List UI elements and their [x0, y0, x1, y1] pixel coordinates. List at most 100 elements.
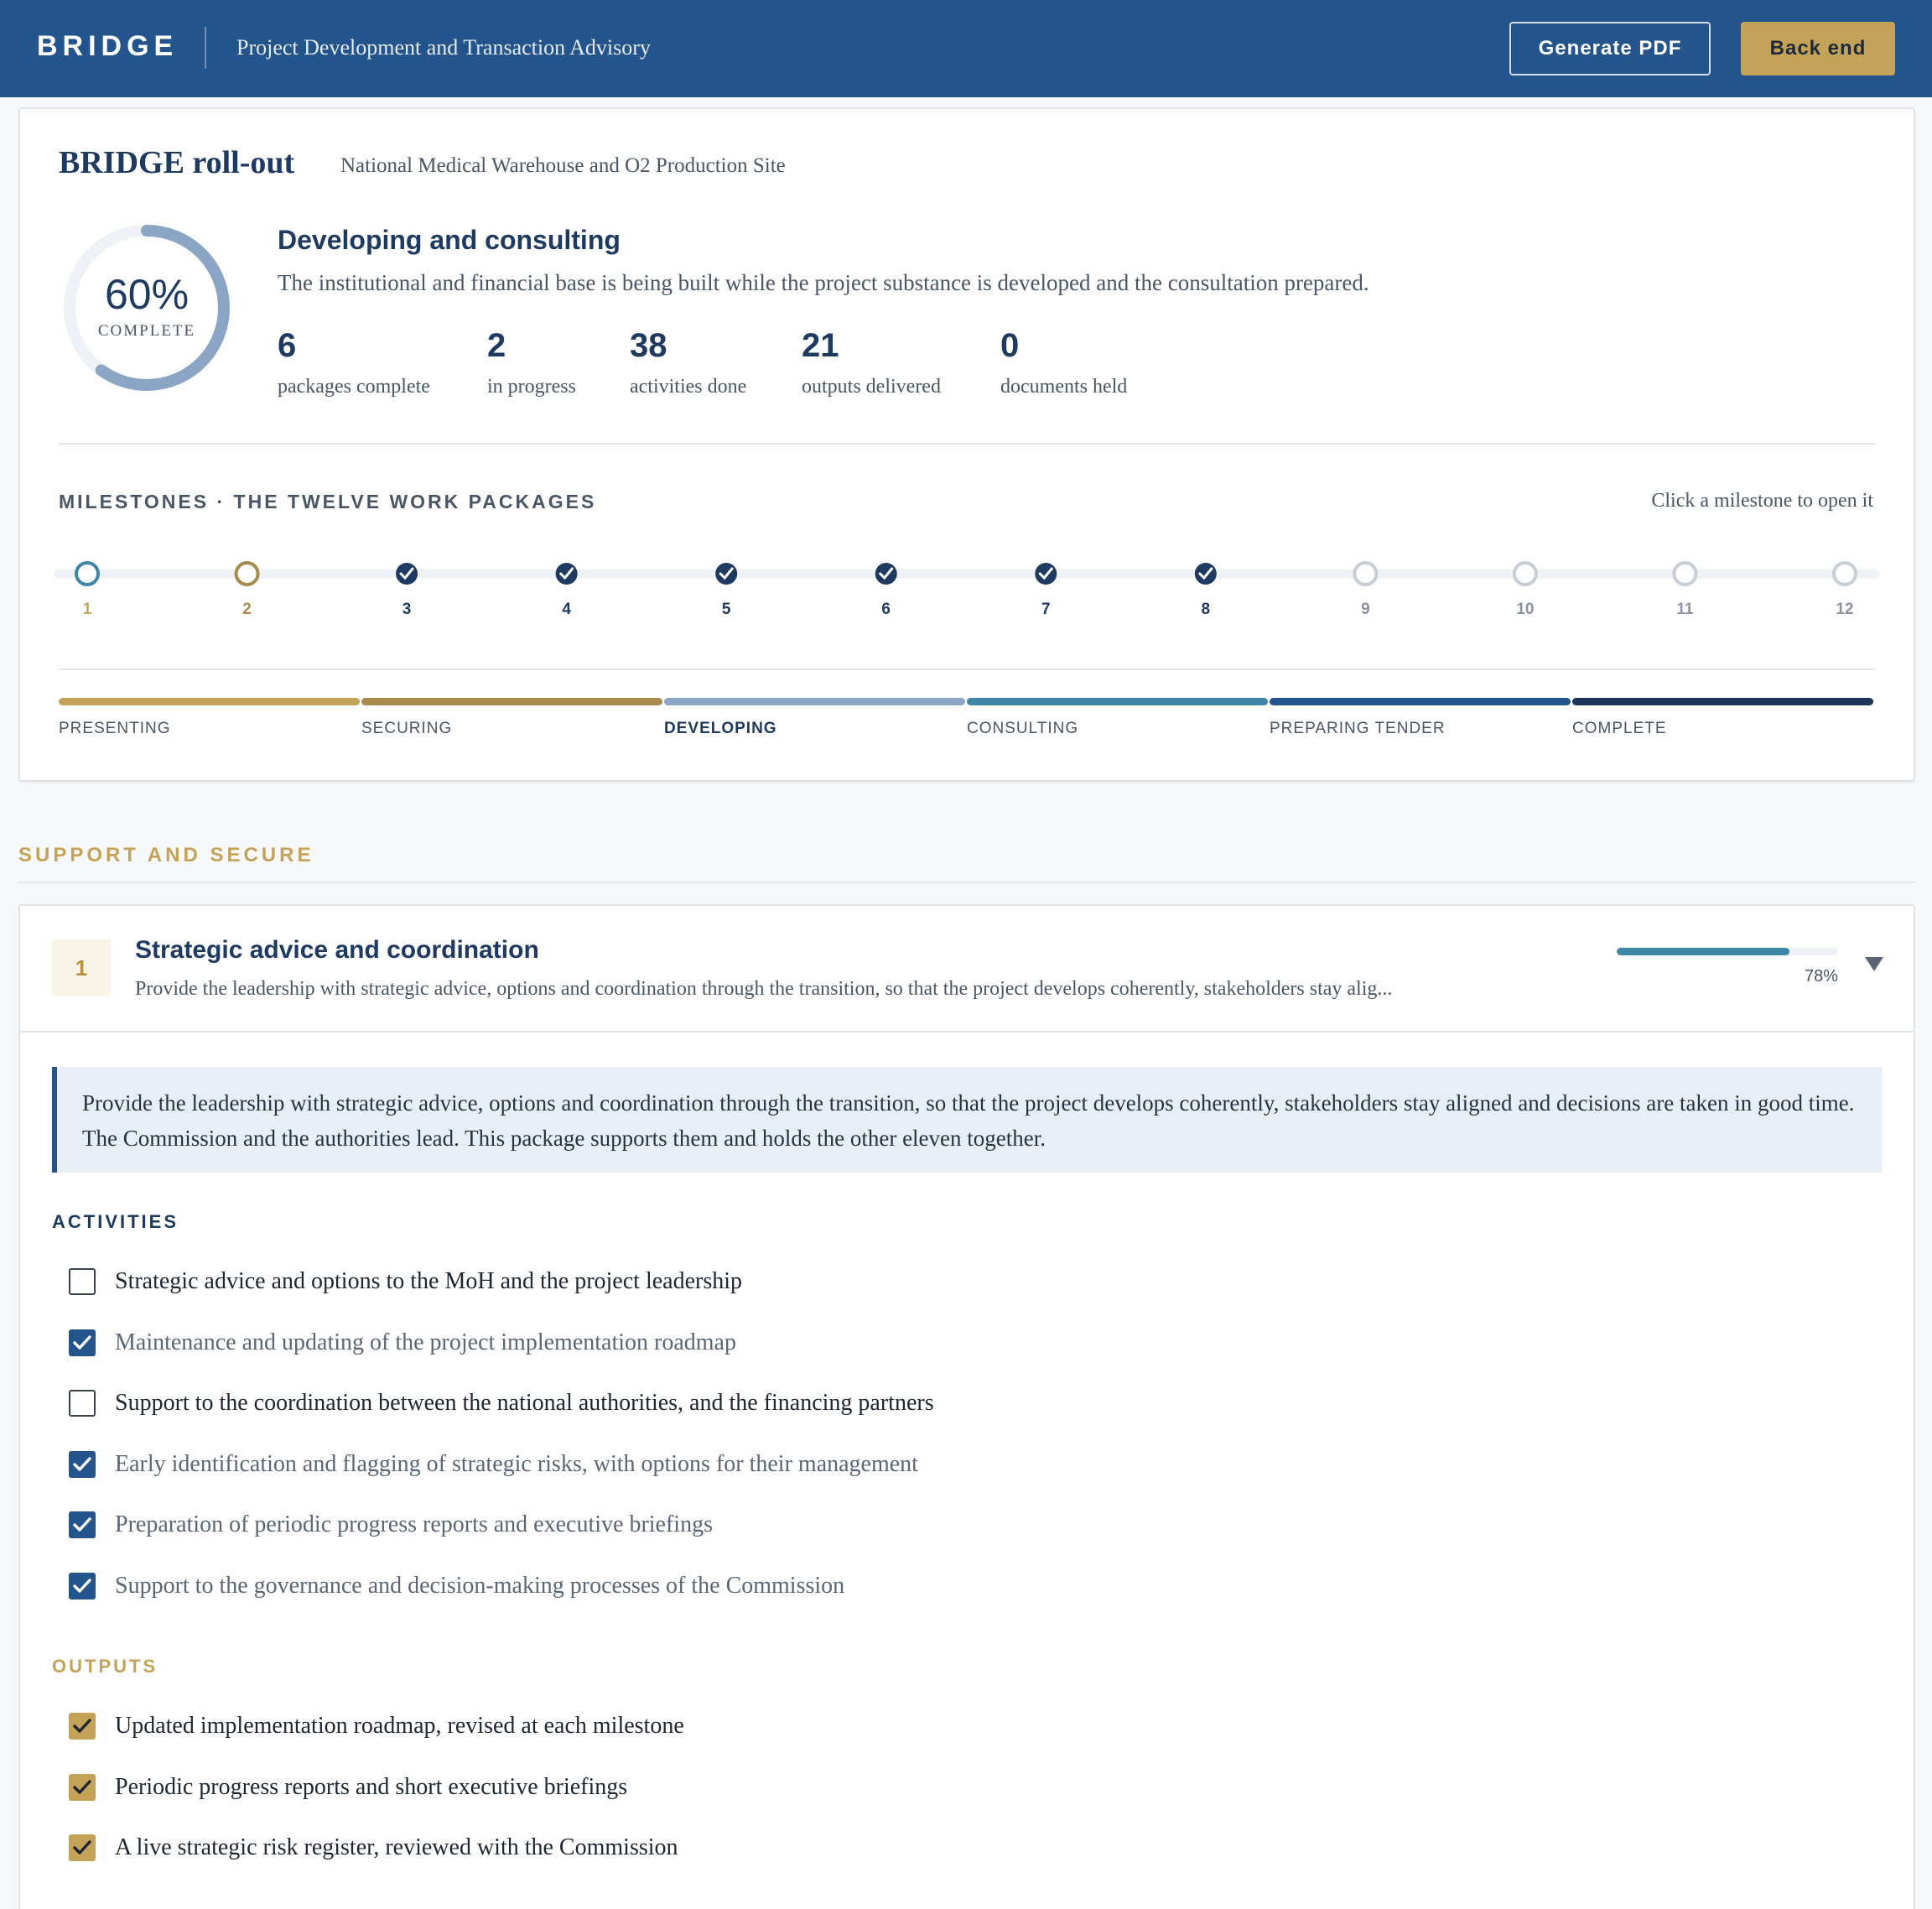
package-title[interactable]: Strategic advice and coordination [135, 936, 539, 965]
stat-documents-held: 0 documents held [1000, 327, 1127, 398]
stat-packages-complete: 6 packages complete [278, 327, 430, 398]
checkbox-checked[interactable] [69, 1511, 96, 1538]
package-progress-fill [1617, 948, 1789, 955]
milestone-3[interactable] [396, 563, 418, 585]
milestone-9[interactable] [1353, 561, 1379, 586]
activity-label: Strategic advice and options to the MoH … [115, 1268, 743, 1294]
generate-pdf-button[interactable]: Generate PDF [1509, 22, 1711, 75]
milestones-hint: Click a milestone to open it [1651, 490, 1873, 512]
checkbox-checked[interactable] [69, 1450, 96, 1478]
milestone-6[interactable] [875, 563, 897, 585]
milestone-dot [1832, 561, 1857, 586]
brand-logo[interactable]: BRIDGE [37, 30, 178, 63]
milestone-number[interactable]: 7 [1021, 601, 1071, 619]
stat-in-progress: 2 in progress [487, 327, 576, 398]
check-icon [73, 1779, 91, 1794]
milestone-number[interactable]: 5 [701, 601, 751, 619]
milestone-number[interactable]: 2 [222, 601, 273, 619]
checkbox-checked[interactable] [69, 1329, 96, 1356]
milestone-dot [1035, 563, 1057, 585]
milestones-heading: MILESTONES · THE TWELVE WORK PACKAGES [59, 491, 597, 512]
milestone-dot [1512, 561, 1538, 586]
summary-divider [59, 443, 1875, 445]
output-label: A live strategic risk register, reviewed… [115, 1834, 678, 1860]
progress-label: COMPLETE [97, 322, 196, 340]
back-end-button[interactable]: Back end [1741, 22, 1895, 75]
milestone-dot [555, 563, 578, 585]
milestone-1[interactable] [75, 561, 100, 586]
section-divider [18, 882, 1915, 883]
top-bar: BRIDGE Project Development and Transacti… [0, 0, 1932, 97]
checkbox-checked[interactable] [69, 1773, 96, 1801]
activity-label: Maintenance and updating of the project … [115, 1329, 736, 1355]
milestones-divider [59, 668, 1875, 670]
milestone-number[interactable]: 9 [1340, 601, 1390, 619]
milestone-7[interactable] [1035, 563, 1057, 585]
phase-bar [59, 698, 360, 705]
milestone-dot [234, 561, 260, 586]
milestone-number[interactable]: 3 [382, 601, 432, 619]
checkbox-checked[interactable] [69, 1572, 96, 1600]
check-icon [73, 1517, 91, 1532]
milestone-number[interactable]: 11 [1659, 601, 1710, 619]
milestone-dot [396, 563, 418, 585]
milestone-track [54, 561, 1880, 586]
phase-label: COMPLETE [1572, 720, 1667, 737]
stat-activities-done: 38 activities done [630, 327, 746, 398]
stat-value: 21 [802, 327, 839, 364]
phase-bar [664, 698, 965, 705]
milestone-11[interactable] [1672, 561, 1698, 586]
milestone-dot [715, 563, 738, 585]
package-number-badge: 1 [52, 939, 111, 996]
phase-label: PREPARING TENDER [1270, 720, 1446, 737]
milestone-5[interactable] [715, 563, 738, 585]
checkbox-checked[interactable] [69, 1713, 96, 1740]
activity-label: Early identification and flagging of str… [115, 1450, 918, 1477]
milestone-2[interactable] [234, 561, 260, 586]
package-progress-percent: 78% [1804, 967, 1838, 986]
brand-divider [205, 27, 206, 69]
check-icon [73, 1719, 91, 1733]
stat-outputs-delivered: 21 outputs delivered [802, 327, 941, 398]
checkbox-unchecked[interactable] [69, 1390, 96, 1417]
phase-title: Developing and consulting [278, 225, 621, 255]
activity-label: Preparation of periodic progress reports… [115, 1511, 713, 1537]
stat-label: packages complete [278, 376, 430, 398]
section-heading: SUPPORT AND SECURE [18, 844, 314, 866]
milestone-number[interactable]: 6 [861, 601, 911, 619]
phase-bar [967, 698, 1268, 705]
check-icon [73, 1840, 91, 1854]
check-icon [73, 1334, 91, 1350]
checkbox-unchecked[interactable] [69, 1268, 96, 1295]
checkbox-checked[interactable] [69, 1834, 96, 1861]
brand-subtitle: Project Development and Transaction Advi… [236, 35, 651, 60]
summary-card [18, 107, 1915, 782]
milestone-12[interactable] [1832, 561, 1857, 586]
activities-heading: ACTIVITIES [52, 1211, 179, 1232]
activity-label: Support to the governance and decision-m… [115, 1572, 845, 1599]
milestone-dot [875, 563, 897, 585]
milestone-number[interactable]: 1 [62, 601, 112, 619]
stat-label: documents held [1000, 376, 1128, 398]
project-title: BRIDGE roll-out [59, 145, 295, 180]
phase-bar [1270, 698, 1571, 705]
milestone-10[interactable] [1512, 561, 1538, 586]
stat-label: activities done [630, 376, 747, 398]
milestone-number[interactable]: 8 [1181, 601, 1231, 619]
stat-value: 6 [278, 327, 297, 364]
milestone-dot [1353, 561, 1379, 586]
phase-label: SECURING [361, 720, 453, 737]
output-label: Updated implementation roadmap, revised … [115, 1713, 684, 1739]
milestone-number[interactable]: 12 [1820, 601, 1870, 619]
phase-description: The institutional and financial base is … [278, 270, 1369, 295]
milestone-8[interactable] [1194, 563, 1217, 585]
milestone-4[interactable] [555, 563, 578, 585]
collapse-chevron-icon[interactable] [1863, 954, 1885, 973]
phase-label: CONSULTING [967, 720, 1079, 737]
milestone-dot [1672, 561, 1698, 586]
milestone-number[interactable]: 10 [1500, 601, 1550, 619]
check-icon [73, 1456, 91, 1471]
project-subtitle: National Medical Warehouse and O2 Produc… [340, 154, 786, 177]
milestone-number[interactable]: 4 [542, 601, 592, 619]
stat-value: 2 [487, 327, 506, 364]
